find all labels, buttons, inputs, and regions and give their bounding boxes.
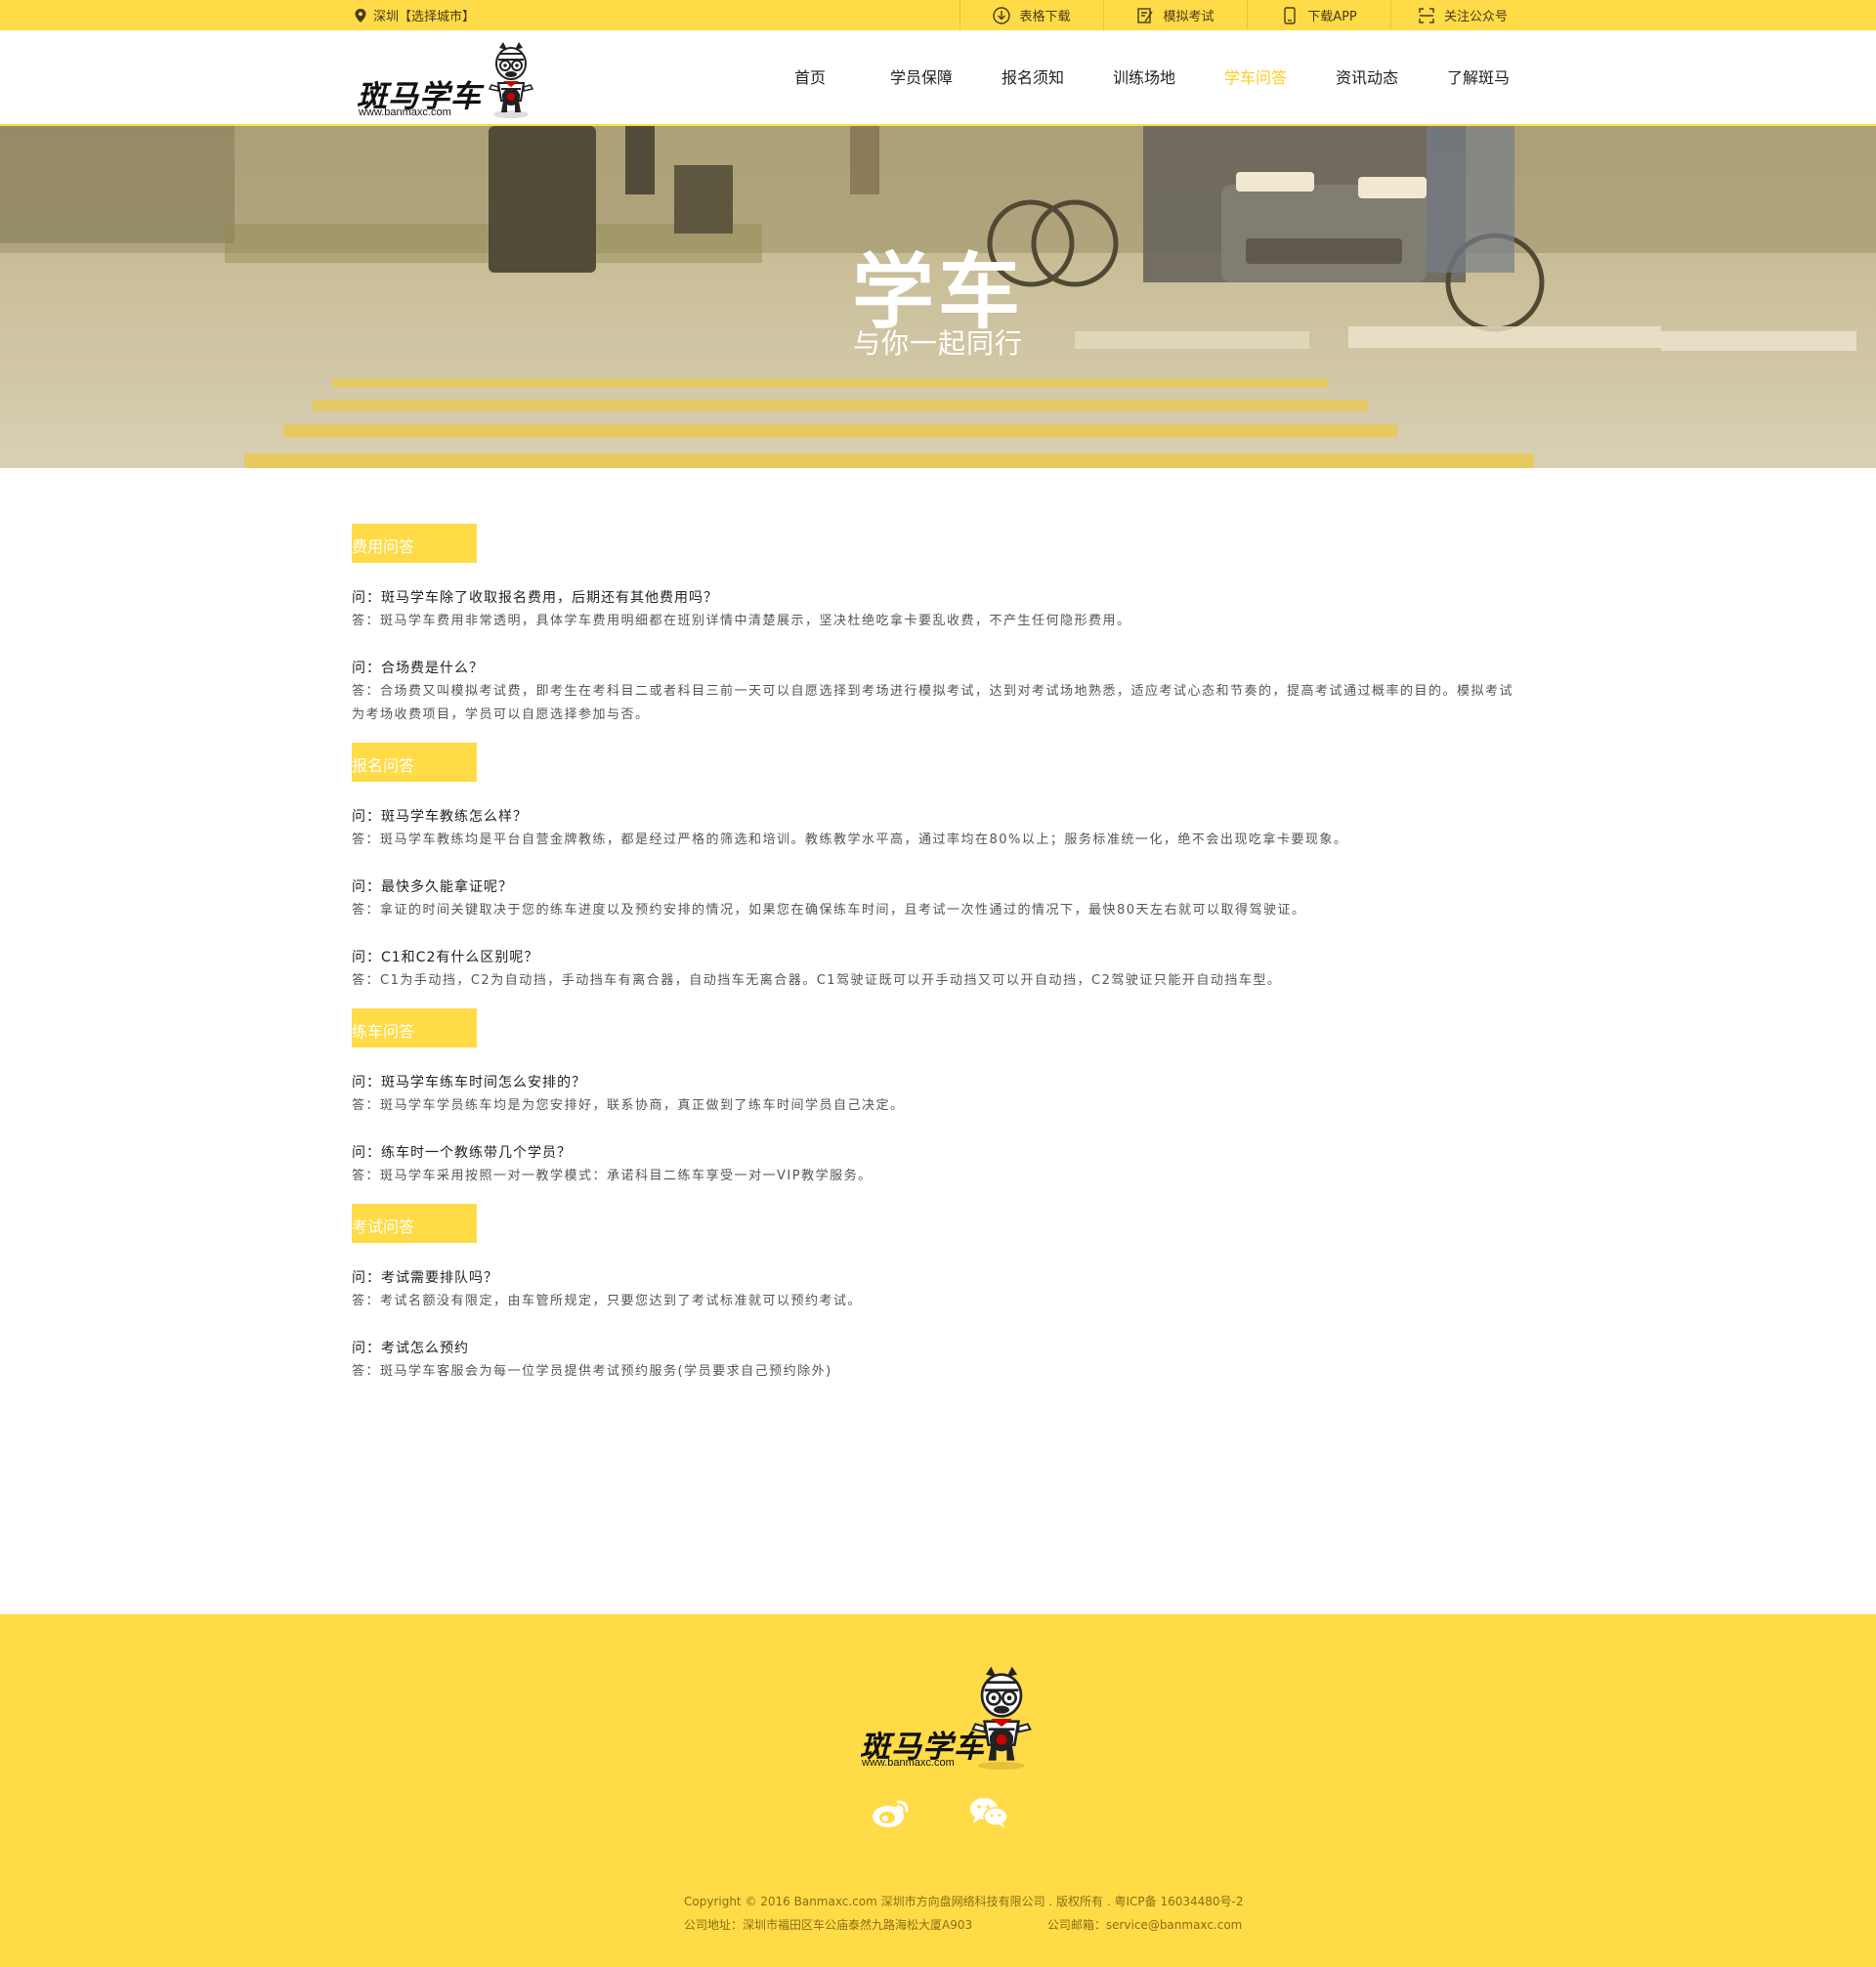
answer-text: 答：C1为手动挡，C2为自动挡，手动挡车有离合器，自动挡车无离合器。C1驾驶证既… [352, 973, 1282, 988]
copyright-text: Copyright © 2016 Banmaxc.com 深圳市方向盘网络科技有… [684, 1895, 1244, 1908]
question-text: 问：斑马学车教练怎么样？ [352, 809, 528, 825]
question-text: 问：斑马学车练车时间怎么安排的？ [352, 1075, 586, 1090]
qa-item: 问：练车时一个教练带几个学员？ 答：斑马学车采用按照一对一教学模式：承诺科目二练车… [352, 1141, 1524, 1188]
qa-section: 练车问答问：斑马学车练车时间怎么安排的？ 答：斑马学车学员练车均是为您安排好，联系… [352, 1008, 1524, 1188]
edit-icon [1137, 7, 1154, 23]
qa-item: 问：考试怎么预约答：斑马学车客服会为每一位学员提供考试预约服务(学员要求自己预约… [352, 1337, 1524, 1384]
qa-section: 费用问答问：斑马学车除了收取报名费用，后期还有其他费用吗？ 答：斑马学车费用非常透… [352, 524, 1524, 727]
qrcode-icon [1419, 7, 1434, 23]
question-text: 问：考试需要排队吗？ [352, 1270, 498, 1286]
section-title: 考试问答 [352, 1204, 477, 1243]
footer-logo[interactable]: 斑马学车 www.banmaxc.com [860, 1665, 1045, 1773]
company-address: 公司地址：深圳市福田区车公庙泰然九路海松大厦A903 [684, 1918, 973, 1932]
answer-text: 答：斑马学车费用非常透明，具体学车费用明细都在班别详情中清楚展示，坚决杜绝吃拿卡… [352, 614, 1131, 628]
zebra-mascot-icon [488, 42, 534, 118]
nav-item-1[interactable]: 学员保障 [866, 30, 977, 126]
qa-item: 问：C1和C2有什么区别呢？ 答：C1为手动挡，C2为自动挡，手动挡车有离合器，自… [352, 946, 1524, 993]
location-pin-icon [355, 8, 366, 22]
nav-item-0[interactable]: 首页 [754, 30, 866, 126]
site-footer: 斑马学车 www.banmaxc.com Copyright © 2016 Ba… [0, 1614, 1876, 1967]
site-header: 斑马学车 www.banmaxc.com 首页 学员保障 报名须知 训练场地 学车问答资… [0, 30, 1876, 126]
nav-item-3[interactable]: 训练场地 [1088, 30, 1200, 126]
question-text: 问：C1和C2有什么区别呢？ [352, 950, 539, 965]
top-link-label: 关注公众号 [1443, 10, 1508, 24]
nav-item-2[interactable]: 报名须知 [977, 30, 1088, 126]
top-link-label: 下载APP [1307, 10, 1357, 24]
footer-copyright-block: Copyright © 2016 Banmaxc.com 深圳市方向盘网络科技有… [684, 1890, 1244, 1937]
top-link-3[interactable]: 关注公众号 [1390, 0, 1534, 30]
qa-section: 考试问答问：考试需要排队吗？ 答：考试名额没有限定，由车管所规定，只要您达到了考试… [352, 1204, 1524, 1384]
top-bar: 深圳【选择城市】 表格下载 模拟考试 下载APP 关注公众号 [0, 0, 1876, 30]
question-text: 问：考试怎么预约 [352, 1341, 469, 1356]
answer-text: 答：斑马学车客服会为每一位学员提供考试预约服务(学员要求自己预约除外) [352, 1364, 832, 1379]
qa-item: 问：斑马学车练车时间怎么安排的？ 答：斑马学车学员练车均是为您安排好，联系协商，真… [352, 1071, 1524, 1118]
question-text: 问：最快多久能拿证呢？ [352, 879, 513, 895]
answer-text: 答：斑马学车学员练车均是为您安排好，联系协商，真正做到了练车时间学员自己决定。 [352, 1098, 905, 1113]
top-link-label: 模拟考试 [1163, 10, 1215, 24]
top-link-label: 表格下载 [1019, 10, 1071, 24]
answer-text: 答：合场费又叫模拟考试费，即考生在考科目二或者科目三前一天可以自愿选择到考场进行… [352, 684, 1514, 722]
logo-url: www.banmaxc.com [359, 107, 451, 118]
qa-content: 费用问答问：斑马学车除了收取报名费用，后期还有其他费用吗？ 答：斑马学车费用非常透… [352, 524, 1524, 1384]
mobile-icon [1284, 6, 1296, 24]
answer-text: 答：考试名额没有限定，由车管所规定，只要您达到了考试标准就可以预约考试。 [352, 1294, 863, 1308]
nav-item-6[interactable]: 了解斑马 [1423, 30, 1534, 126]
section-title: 报名问答 [352, 743, 477, 782]
question-text: 问：练车时一个教练带几个学员？ [352, 1145, 572, 1161]
top-link-2[interactable]: 下载APP [1247, 0, 1390, 30]
nav-item-4[interactable]: 学车问答 [1200, 30, 1311, 126]
top-link-1[interactable]: 模拟考试 [1103, 0, 1247, 30]
question-text: 问：斑马学车除了收取报名费用，后期还有其他费用吗？ [352, 590, 718, 606]
social-links [872, 1796, 1008, 1829]
download-icon [993, 6, 1011, 24]
qa-item: 问：斑马学车教练怎么样？ 答：斑马学车教练均是平台自营金牌教练，都是经过严格的筛选… [352, 805, 1524, 852]
weibo-icon[interactable] [872, 1796, 911, 1829]
footer-logo-url: www.banmaxc.com [862, 1757, 955, 1769]
answer-text: 答：拿证的时间关键取决于您的练车进度以及预约安排的情况，如果您在确保练车时间，且… [352, 903, 1306, 918]
qa-section: 报名问答问：斑马学车教练怎么样？ 答：斑马学车教练均是平台自营金牌教练，都是经过严… [352, 743, 1524, 993]
qa-item: 问：斑马学车除了收取报名费用，后期还有其他费用吗？ 答：斑马学车费用非常透明，具体… [352, 586, 1524, 633]
qa-item: 问：考试需要排队吗？ 答：考试名额没有限定，由车管所规定，只要您达到了考试标准就可… [352, 1266, 1524, 1313]
section-title: 练车问答 [352, 1008, 477, 1048]
site-logo[interactable]: 斑马学车 www.banmaxc.com [357, 42, 542, 118]
city-selector[interactable]: 深圳【选择城市】 [355, 0, 475, 30]
section-title: 费用问答 [352, 524, 477, 563]
banner-subtitle: 与你一起同行 [852, 327, 1023, 360]
zebra-mascot-icon [971, 1666, 1032, 1770]
wechat-icon[interactable] [969, 1796, 1008, 1829]
city-label: 深圳【选择城市】 [373, 10, 476, 24]
company-email[interactable]: 公司邮箱：service@banmaxc.com [1047, 1913, 1243, 1937]
qa-item: 问：最快多久能拿证呢？ 答：拿证的时间关键取决于您的练车进度以及预约安排的情况，如… [352, 876, 1524, 922]
main-nav: 首页 学员保障 报名须知 训练场地 学车问答 资讯动态 了解斑马 [754, 30, 1534, 126]
top-link-0[interactable]: 表格下载 [959, 0, 1103, 30]
qa-item: 问：合场费是什么？ 答：合场费又叫模拟考试费，即考生在考科目二或者科目三前一天可以… [352, 657, 1524, 727]
answer-text: 答：斑马学车教练均是平台自营金牌教练，都是经过严格的筛选和培训。教练教学水平高，… [352, 833, 1348, 847]
question-text: 问：合场费是什么？ [352, 661, 484, 676]
answer-text: 答：斑马学车采用按照一对一教学模式：承诺科目二练车享受一对一VIP教学服务。 [352, 1169, 873, 1183]
nav-item-5[interactable]: 资讯动态 [1311, 30, 1423, 126]
